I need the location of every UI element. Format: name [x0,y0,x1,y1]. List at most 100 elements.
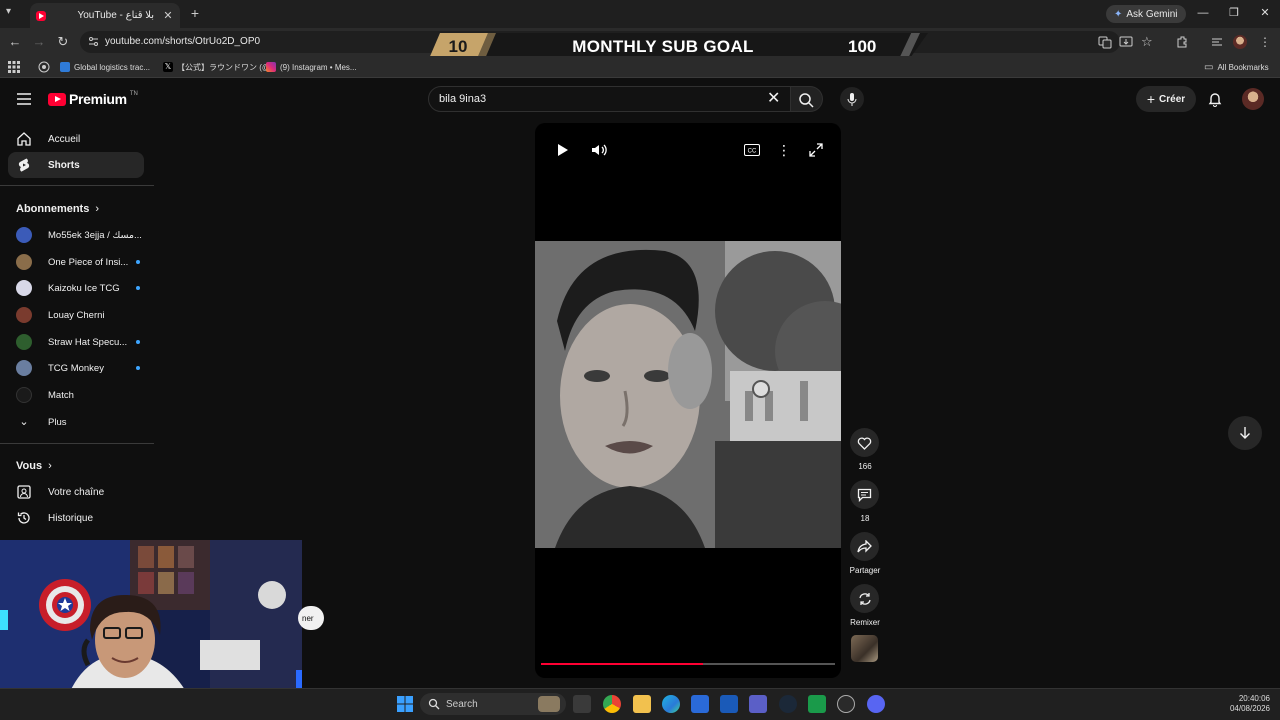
back-arrow-icon[interactable]: ← [7,34,23,50]
channel-avatar [16,280,32,296]
windows-start-icon[interactable] [396,695,414,713]
install-app-icon[interactable] [1119,35,1133,49]
chevron-right-icon: › [95,203,100,215]
sidebar-divider [0,185,154,186]
fullscreen-icon[interactable] [806,140,826,160]
subscription-item[interactable]: Kaizoku Ice TCG [8,276,144,300]
remix-icon [858,592,871,605]
all-bookmarks-label: All Bookmarks [1217,62,1269,72]
more-options-icon[interactable]: ⋮ [774,140,794,160]
voice-search-mic-icon[interactable] [840,87,864,111]
ask-gemini-button[interactable]: ✦ Ask Gemini [1106,5,1186,23]
clear-search-icon[interactable]: ✕ [767,91,781,107]
youtube-premium-logo[interactable]: Premium TN [48,91,138,107]
subscription-item[interactable]: One Piece of Insi... [8,250,144,274]
bookmark-favicon-icon [60,62,70,72]
create-button[interactable]: + Créer [1136,86,1196,112]
tab-search-icon[interactable]: ▾ [6,6,20,20]
taskbar-search[interactable]: Search [420,693,566,715]
notifications-bell-icon[interactable] [1206,90,1224,108]
you-header[interactable]: Vous › [16,460,52,472]
bookmark-instagram[interactable]: (9) Instagram • Mes... [266,61,357,73]
bookmark-global-logistics[interactable]: Global logistics trac... [60,61,150,73]
new-content-dot [136,260,140,264]
search-input-value[interactable]: bila 9ina3 [439,93,486,105]
sidebar-show-more[interactable]: ⌄ Plus [8,410,144,434]
channel-avatar [16,334,32,350]
edge-icon[interactable] [662,695,680,713]
sound-thumbnail[interactable] [851,635,878,662]
discord-icon[interactable] [867,695,885,713]
tab-close-icon[interactable]: ✕ [162,9,174,22]
folder-icon: ▭ [1204,61,1214,73]
subscription-item[interactable]: Louay Cherni [8,303,144,327]
search-highlight-icon [538,696,560,712]
forward-arrow-icon[interactable]: → [31,34,47,50]
reload-icon[interactable]: ↻ [55,34,71,50]
instagram-icon [266,62,276,72]
sidebar-item-your-channel[interactable]: Votre chaîne [8,479,144,505]
chevron-right-icon: › [48,460,52,472]
menu-hamburger-icon[interactable] [16,92,32,106]
sidebar-item-history[interactable]: Historique [8,505,144,531]
create-label: Créer [1159,93,1186,105]
subscription-item[interactable]: Match [8,383,144,407]
play-icon[interactable] [552,140,572,160]
chrome-web-icon[interactable] [38,61,50,73]
restore-button[interactable]: ❐ [1227,6,1241,20]
taskbar-clock[interactable]: 20:40:06 04/08/2026 [1218,694,1270,714]
home-icon [16,131,32,147]
next-short-button[interactable] [1228,416,1262,450]
all-bookmarks[interactable]: ▭ All Bookmarks [1204,61,1269,73]
like-button[interactable] [850,428,879,457]
browser-menu-icon[interactable]: ⋮ [1258,35,1272,49]
video-progress-bar[interactable] [541,663,835,665]
url-text[interactable]: youtube.com/shorts/OtrUo2D_OP0 [105,36,260,47]
channel-name: Match [48,389,74,401]
bookmark-label: Global logistics trac... [74,62,151,72]
app-icon[interactable] [808,695,826,713]
clock-time: 20:40:06 [1238,694,1270,703]
sidebar-item-shorts[interactable]: Shorts [8,152,144,178]
sidebar-item-label: Shorts [48,159,80,171]
reading-list-icon[interactable] [1210,35,1224,49]
extensions-icon[interactable] [1175,35,1189,49]
browser-tab-youtube[interactable]: YouTube - بلا قناع ✕ [30,3,180,28]
channel-avatar [16,227,32,243]
close-window-button[interactable]: ✕ [1258,6,1272,20]
subscription-item[interactable]: Straw Hat Specu... [8,330,144,354]
media-player-icon[interactable] [837,695,855,713]
comments-button[interactable] [850,480,879,509]
bookmark-star-icon[interactable]: ☆ [1141,35,1155,49]
subscription-item[interactable]: TCG Monkey [8,356,144,380]
logo-text: Premium [69,91,127,107]
store-icon[interactable] [691,695,709,713]
new-tab-button[interactable]: + [188,6,202,20]
new-content-dot [136,366,140,370]
profile-avatar[interactable] [1233,35,1247,49]
steam-icon[interactable] [779,695,797,713]
volume-icon[interactable] [589,140,609,160]
new-content-dot [136,286,140,290]
sidebar-item-home[interactable]: Accueil [8,126,144,152]
task-view-icon[interactable] [573,695,591,713]
site-info-icon[interactable] [88,36,99,47]
search-button[interactable] [791,86,823,112]
video-frame[interactable] [535,241,841,548]
minimize-button[interactable]: — [1196,6,1210,20]
bookmark-round1-x[interactable]: 𝕏 【公式】ラウンドワン (@... [163,61,277,73]
translate-icon[interactable] [1098,35,1112,49]
apps-grid-icon[interactable] [8,61,20,73]
account-avatar[interactable] [1242,88,1264,110]
subscription-item[interactable]: Mo55ek 3ejja / مسك... [8,223,144,247]
subscriptions-header[interactable]: Abonnements › [16,203,99,215]
plus-icon: + [1146,91,1156,107]
remix-button[interactable] [850,584,879,613]
share-icon [857,540,872,553]
captions-icon[interactable]: CC [742,140,762,160]
chrome-icon[interactable] [603,695,621,713]
teams-icon[interactable] [749,695,767,713]
share-button[interactable] [850,532,879,561]
outlook-icon[interactable] [720,695,738,713]
file-explorer-icon[interactable] [633,695,651,713]
